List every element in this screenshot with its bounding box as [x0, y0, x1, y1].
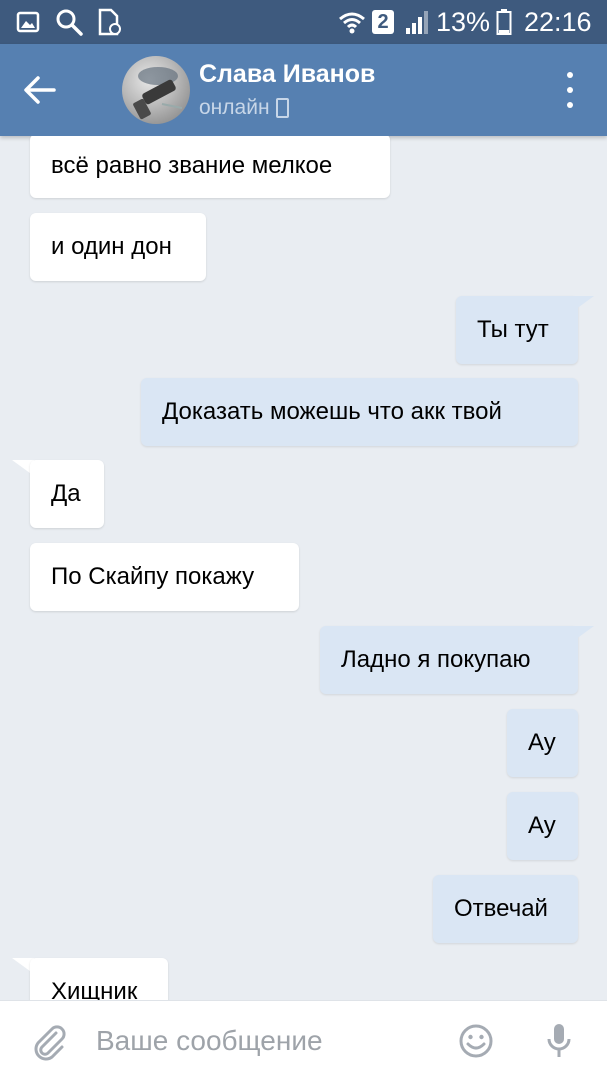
message-text: Ау	[528, 812, 556, 839]
message-text: Отвечай	[454, 895, 548, 922]
smiley-icon	[459, 1024, 493, 1058]
message-text: Хищник	[51, 978, 138, 1000]
more-menu-button[interactable]	[556, 72, 584, 108]
online-status-text: онлайн	[199, 96, 270, 119]
message-input[interactable]: Ваше сообщение	[96, 1001, 323, 1081]
microphone-icon	[547, 1024, 571, 1057]
message-bubble-outgoing[interactable]: Ладно я покупаю	[320, 626, 578, 694]
menu-dot	[567, 87, 573, 93]
message-text: и один дон	[51, 233, 172, 260]
menu-dot	[567, 72, 573, 78]
message-text: Доказать можешь что акк твой	[162, 398, 502, 425]
contact-status: онлайн	[199, 96, 289, 120]
avatar[interactable]	[122, 56, 190, 124]
message-bubble-incoming[interactable]: По Скайпу покажу	[30, 543, 299, 611]
chat-header: Слава Иванов онлайн	[0, 44, 607, 136]
arrow-left-icon	[24, 76, 56, 104]
wifi-icon	[338, 0, 366, 44]
message-bubble-outgoing[interactable]: Отвечай	[433, 875, 578, 943]
message-bubble-incoming[interactable]: Да	[30, 460, 104, 528]
emoji-button[interactable]	[458, 1001, 494, 1081]
status-bar: 2 13% 22:16	[0, 0, 607, 44]
message-text: Ау	[528, 729, 556, 756]
menu-dot	[567, 102, 573, 108]
message-bubble-outgoing[interactable]: Доказать можешь что акк твой	[141, 378, 578, 446]
voice-button[interactable]	[546, 1001, 572, 1081]
signal-icon	[404, 0, 430, 44]
search-icon	[55, 0, 83, 44]
file-icon	[97, 0, 123, 44]
message-text: По Скайпу покажу	[51, 563, 255, 590]
message-bubble-outgoing[interactable]: Ау	[507, 709, 578, 777]
message-composer: Ваше сообщение	[0, 1000, 607, 1081]
message-bubble-incoming[interactable]: всё равно звание мелкое	[30, 136, 390, 198]
battery-percent: 13%	[436, 7, 491, 37]
mobile-phone-icon	[275, 98, 289, 118]
paperclip-icon	[34, 1025, 66, 1061]
bubble-tail	[572, 626, 594, 642]
message-bubble-incoming[interactable]: и один дон	[30, 213, 206, 281]
message-text: Ты тут	[477, 316, 549, 343]
contact-name: Слава Иванов	[199, 60, 376, 88]
message-list[interactable]: всё равно звание мелкое и один дон Ты ту…	[0, 136, 607, 1000]
message-text: всё равно звание мелкое	[51, 152, 333, 179]
message-text: Да	[51, 480, 81, 507]
gallery-icon	[16, 0, 40, 44]
clock: 22:16	[524, 7, 592, 37]
message-text: Ладно я покупаю	[341, 646, 531, 673]
sim-badge: 2	[372, 0, 394, 44]
message-bubble-incoming[interactable]: Хищник	[30, 958, 168, 1000]
bubble-tail	[572, 296, 594, 312]
attach-button[interactable]	[28, 1001, 68, 1081]
message-bubble-outgoing[interactable]: Ты тут	[456, 296, 578, 364]
message-bubble-outgoing[interactable]: Ау	[507, 792, 578, 860]
battery-icon	[496, 0, 512, 44]
back-button[interactable]	[20, 70, 60, 110]
